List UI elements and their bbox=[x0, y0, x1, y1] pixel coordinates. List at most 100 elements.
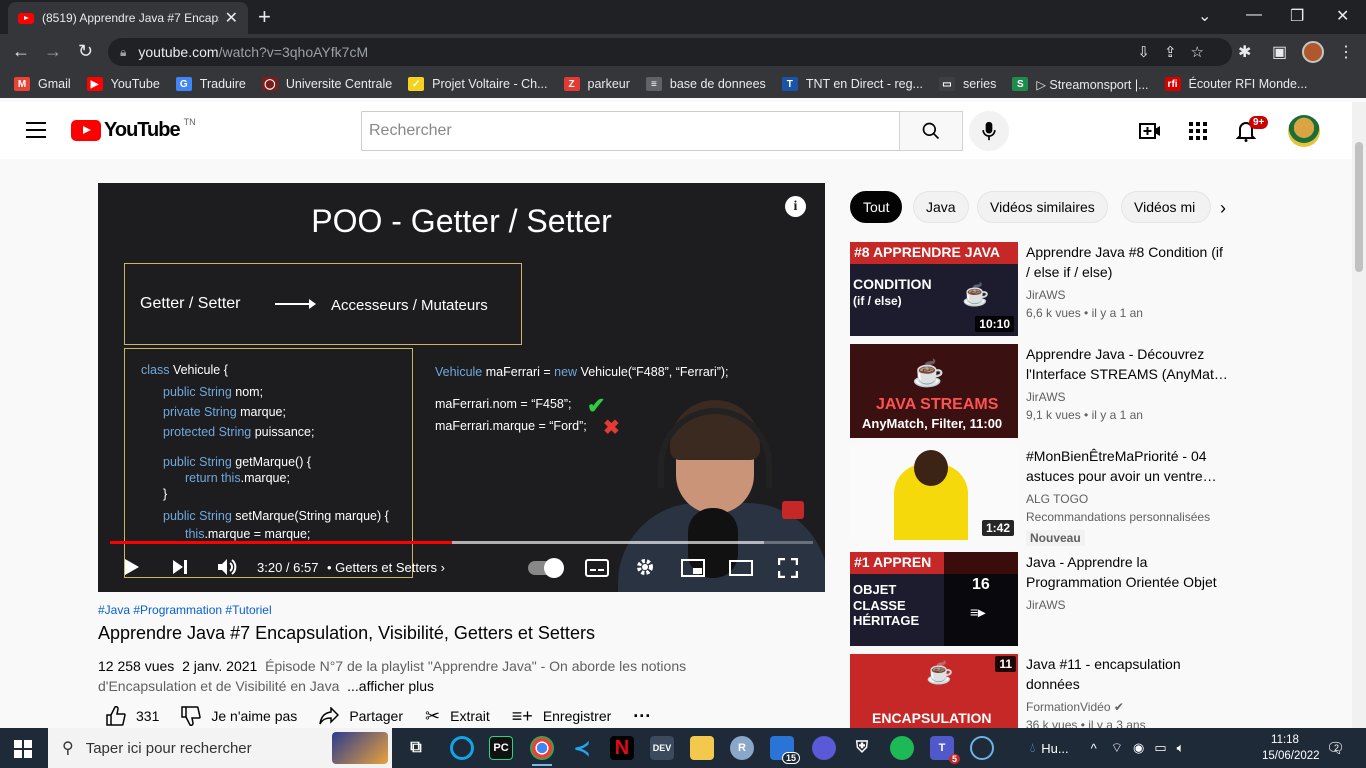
battery-icon[interactable]: ▭ bbox=[1154, 740, 1166, 756]
bookmark-item[interactable]: T TNT en Direct - reg... bbox=[781, 77, 923, 91]
bookmark-item[interactable]: ◯ Universite Centrale bbox=[261, 77, 392, 91]
like-button[interactable]: 331 bbox=[106, 706, 159, 726]
bookmark-item[interactable]: Zparkeur bbox=[563, 77, 630, 91]
video-thumbnail[interactable]: #8 APPRENDRE JAVA CONDITION (if / else) … bbox=[850, 242, 1018, 336]
network-icon[interactable]: ⌔ bbox=[1111, 740, 1123, 756]
restore-button[interactable]: ❐ bbox=[1290, 6, 1304, 26]
back-button[interactable]: ← bbox=[12, 41, 30, 62]
menu-icon[interactable] bbox=[26, 122, 46, 138]
recommendation-title[interactable]: Java - Apprendre la Programmation Orient… bbox=[1026, 552, 1228, 592]
bookmark-item[interactable]: ≡ base de donnees bbox=[645, 77, 766, 91]
search-input[interactable]: Rechercher bbox=[361, 111, 900, 151]
theater-mode-icon[interactable] bbox=[729, 560, 753, 576]
tab-search-icon[interactable]: ⌄ bbox=[1198, 6, 1211, 26]
video-thumbnail[interactable]: #1 APPREN OBJET CLASSE HÉRITAGE 16 ≡▸ bbox=[850, 552, 1018, 646]
chrome-menu-icon[interactable]: ⋮ bbox=[1338, 42, 1354, 62]
file-explorer-icon[interactable] bbox=[690, 736, 714, 760]
create-video-icon[interactable] bbox=[1138, 119, 1162, 143]
recommendation-item[interactable]: #8 APPRENDRE JAVA CONDITION (if / else) … bbox=[850, 242, 1230, 336]
system-clock[interactable]: 11:18 15/06/2022 bbox=[1262, 732, 1320, 764]
side-panel-icon[interactable]: ▣ bbox=[1272, 42, 1287, 62]
recommendation-title[interactable]: Apprendre Java #8 Condition (if / else i… bbox=[1026, 242, 1228, 282]
netflix-icon[interactable]: N bbox=[610, 736, 634, 760]
chip-all[interactable]: Tout bbox=[850, 191, 903, 223]
show-hidden-icons-icon[interactable]: ^ bbox=[1091, 741, 1097, 756]
weather-label[interactable]: Hu... bbox=[1041, 741, 1068, 756]
page-scrollbar[interactable] bbox=[1352, 102, 1366, 728]
video-hashtags[interactable]: #Java #Programmation #Tutoriel bbox=[98, 603, 272, 617]
spotify-icon[interactable] bbox=[890, 736, 914, 760]
voice-search-button[interactable] bbox=[969, 111, 1009, 151]
channel-name[interactable]: JirAWS bbox=[1026, 390, 1066, 404]
lock-icon[interactable]: 🔒︎ bbox=[120, 45, 126, 60]
close-window-button[interactable]: ✕ bbox=[1336, 6, 1349, 26]
recommendation-title[interactable]: Apprendre Java - Découvrez l'Interface S… bbox=[1026, 344, 1228, 384]
recommendation-title[interactable]: #MonBienÊtreMaPriorité - 04 astuces pour… bbox=[1026, 446, 1228, 486]
close-tab-icon[interactable]: ✕ bbox=[225, 8, 238, 28]
channel-name[interactable]: JirAWS bbox=[1026, 598, 1066, 612]
autoplay-toggle[interactable] bbox=[528, 558, 564, 578]
weather-icon[interactable]: 💧︎ bbox=[1030, 740, 1035, 756]
chip-java[interactable]: Java bbox=[913, 191, 969, 223]
chip-more[interactable]: Vidéos mi bbox=[1121, 191, 1211, 223]
chip-related[interactable]: Vidéos similaires bbox=[977, 191, 1108, 223]
fullscreen-icon[interactable] bbox=[778, 558, 798, 578]
apps-grid-icon[interactable] bbox=[1186, 119, 1210, 143]
search-highlight-icon[interactable] bbox=[332, 732, 388, 764]
vscode-icon[interactable]: ≺ bbox=[570, 736, 594, 760]
video-thumbnail[interactable]: 1:42 bbox=[850, 446, 1018, 540]
address-bar[interactable]: 🔒︎ youtube.com/watch?v=3qhoAYfk7cM ⇩⇪☆ bbox=[108, 38, 1232, 66]
security-shield-icon[interactable]: ⛨ bbox=[850, 736, 874, 760]
video-description[interactable]: 12 258 vues 2 janv. 2021 Épisode N°7 de … bbox=[98, 656, 788, 696]
profile-avatar[interactable] bbox=[1302, 41, 1324, 63]
show-more-link[interactable]: ...afficher plus bbox=[347, 678, 434, 694]
channel-name[interactable]: JirAWS bbox=[1026, 288, 1066, 302]
camera-icon[interactable]: ◉ bbox=[1133, 740, 1144, 756]
task-view-icon[interactable]: ⧉ bbox=[404, 736, 428, 760]
dev-app-icon[interactable]: DEV bbox=[650, 736, 674, 760]
teams-icon[interactable]: T5 bbox=[930, 736, 960, 764]
windows-start-icon[interactable] bbox=[14, 740, 32, 758]
app-ring-icon[interactable] bbox=[970, 736, 994, 760]
video-thumbnail[interactable]: ☕ JAVA STREAMS AnyMatch, Filter, 11:00 bbox=[850, 344, 1018, 438]
bookmark-item[interactable]: S ▷ Streamonsport |... bbox=[1012, 77, 1149, 92]
bookmark-item[interactable]: rfi Écouter RFI Monde... bbox=[1164, 77, 1307, 91]
notification-center-icon[interactable]: 🗨︎ 2 bbox=[1326, 739, 1345, 757]
chrome-icon[interactable] bbox=[530, 736, 554, 766]
progress-bar[interactable] bbox=[110, 541, 813, 544]
bookmark-item[interactable]: M Gmail bbox=[14, 77, 71, 91]
cortana-icon[interactable] bbox=[450, 736, 474, 760]
minimize-button[interactable]: — bbox=[1246, 6, 1262, 24]
scrollbar-thumb[interactable] bbox=[1355, 142, 1363, 272]
vpn-icon[interactable] bbox=[812, 736, 836, 760]
forward-button[interactable]: → bbox=[44, 41, 62, 62]
recommendation-item[interactable]: #1 APPREN OBJET CLASSE HÉRITAGE 16 ≡▸ Ja… bbox=[850, 552, 1230, 646]
more-actions-icon[interactable]: ··· bbox=[633, 706, 651, 727]
bookmark-item[interactable]: ▭ series bbox=[938, 77, 996, 91]
chapter-title[interactable]: • Getters et Setters › bbox=[327, 560, 445, 575]
search-button[interactable] bbox=[899, 111, 963, 151]
account-avatar[interactable] bbox=[1288, 115, 1320, 147]
browser-tab[interactable]: (8519) Apprendre Java #7 Encaps ✕ bbox=[8, 2, 248, 34]
share-button[interactable]: Partager bbox=[319, 707, 403, 725]
clip-button[interactable]: ✂ Extrait bbox=[425, 706, 490, 727]
channel-name[interactable]: ALG TOGO bbox=[1026, 492, 1088, 506]
channel-name[interactable]: FormationVidéo ✔ bbox=[1026, 700, 1124, 714]
r-app-icon[interactable]: R bbox=[730, 736, 754, 760]
bookmark-item[interactable]: ▶ YouTube bbox=[86, 77, 160, 91]
next-video-icon[interactable] bbox=[172, 559, 188, 575]
info-icon[interactable]: i bbox=[785, 196, 806, 217]
settings-gear-icon[interactable] bbox=[635, 557, 655, 577]
app-icon[interactable]: 15 bbox=[770, 736, 800, 764]
miniplayer-icon[interactable] bbox=[681, 559, 705, 577]
bookmark-item[interactable]: ✓ Projet Voltaire - Ch... bbox=[408, 77, 548, 91]
extensions-icon[interactable]: ✱ bbox=[1238, 42, 1251, 62]
dislike-button[interactable]: Je n'aime pas bbox=[181, 706, 297, 726]
volume-icon[interactable] bbox=[217, 558, 239, 576]
video-player[interactable]: POO - Getter / Setter i Getter / Setter … bbox=[98, 183, 825, 592]
bookmark-item[interactable]: G Traduire bbox=[175, 77, 246, 91]
recommendation-item[interactable]: ☕ JAVA STREAMS AnyMatch, Filter, 11:00 A… bbox=[850, 344, 1230, 438]
youtube-logo[interactable]: YouTube TN bbox=[71, 117, 196, 142]
new-tab-button[interactable]: + bbox=[258, 4, 271, 30]
pycharm-icon[interactable]: PC bbox=[489, 736, 513, 760]
